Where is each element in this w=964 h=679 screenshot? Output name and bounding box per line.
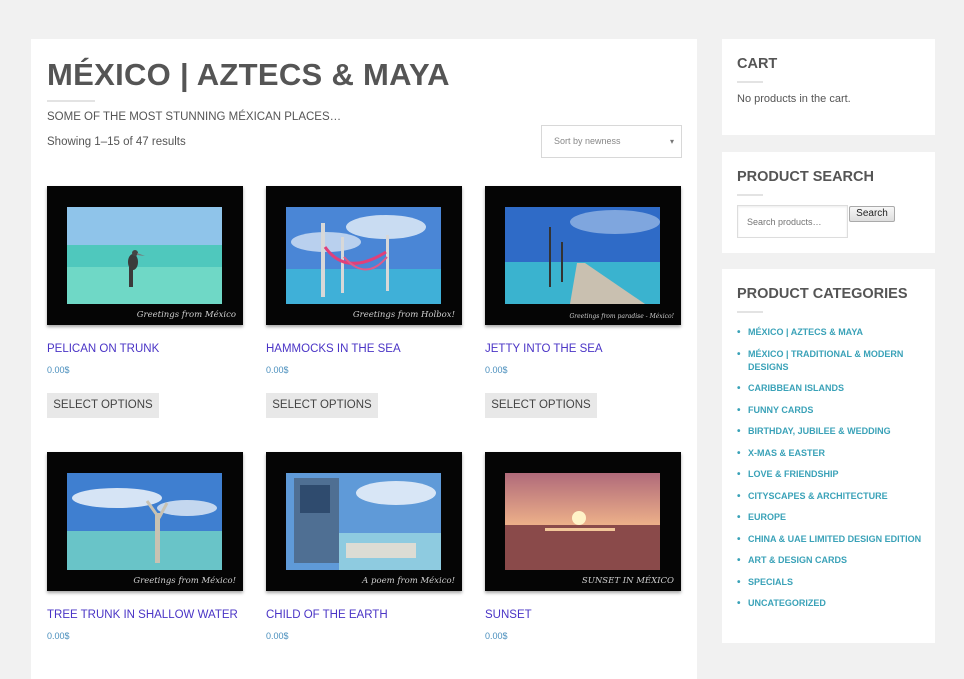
category-link[interactable]: CITYSCAPES & ARCHITECTURE [737,490,927,503]
title-divider [47,100,95,102]
jetty-photo [505,207,660,304]
categories-title-divider [737,311,763,313]
select-options-button[interactable]: SELECT OPTIONS [266,393,378,418]
product-image[interactable]: Greetings from México [47,186,243,325]
category-link[interactable]: FUNNY CARDS [737,404,927,417]
cart-empty-text: No products in the cart. [737,93,851,105]
search-input[interactable] [737,205,848,238]
category-link[interactable]: LOVE & FRIENDSHIP [737,468,927,481]
product-image[interactable]: SUNSET IN MÉXICO [485,452,681,591]
image-caption: Greetings from México [136,310,236,320]
search-title: PRODUCT SEARCH [737,169,874,185]
sunset-photo [505,473,660,570]
chevron-down-icon: ▾ [669,137,674,146]
result-count: Showing 1–15 of 47 results [47,136,186,148]
image-caption: SUNSET IN MÉXICO [581,576,674,586]
sort-select-label: Sort by newness [554,136,621,146]
category-link[interactable]: SPECIALS [737,576,927,589]
category-link[interactable]: CHINA & UAE LIMITED DESIGN EDITION [737,533,927,546]
category-link[interactable]: X-MAS & EASTER [737,447,927,460]
categories-title: PRODUCT CATEGORIES [737,286,908,302]
image-caption: Greetings from Holbox! [352,310,455,320]
product-image[interactable]: Greetings from paradise - México! [485,186,681,325]
image-caption: Greetings from paradise - México! [569,313,674,320]
sort-select[interactable]: Sort by newness ▾ [541,125,682,158]
product-name[interactable]: HAMMOCKS IN THE SEA [266,343,401,355]
category-link[interactable]: UNCATEGORIZED [737,597,927,610]
category-link[interactable]: MÉXICO | TRADITIONAL & MODERN DESIGNS [737,348,927,374]
cart-title: CART [737,56,778,72]
select-options-button[interactable]: SELECT OPTIONS [47,393,159,418]
search-button[interactable]: Search [849,206,895,222]
product-name[interactable]: CHILD OF THE EARTH [266,609,388,621]
product-image[interactable]: Greetings from Holbox! [266,186,462,325]
select-options-button[interactable]: SELECT OPTIONS [485,393,597,418]
category-link[interactable]: CARIBBEAN ISLANDS [737,382,927,395]
page-title: MÉXICO | AZTECS & MAYA [47,57,450,92]
image-caption: Greetings from México! [133,576,236,586]
product-price: 0.00$ [485,365,508,375]
page-subtitle: SOME OF THE MOST STUNNING MÉXICAN PLACES… [47,111,342,123]
product-price: 0.00$ [485,631,508,641]
category-link[interactable]: BIRTHDAY, JUBILEE & WEDDING [737,425,927,438]
category-link[interactable]: EUROPE [737,511,927,524]
pelican-photo [67,207,222,304]
product-name[interactable]: TREE TRUNK IN SHALLOW WATER [47,609,238,621]
category-list: MÉXICO | AZTECS & MAYA MÉXICO | TRADITIO… [737,326,927,619]
category-link[interactable]: ART & DESIGN CARDS [737,554,927,567]
product-name[interactable]: PELICAN ON TRUNK [47,343,159,355]
child-of-earth-photo [286,473,441,570]
tree-trunk-photo [67,473,222,570]
product-search-widget: PRODUCT SEARCH Search [722,152,935,253]
product-price: 0.00$ [266,365,289,375]
product-categories-widget: PRODUCT CATEGORIES MÉXICO | AZTECS & MAY… [722,269,935,643]
product-image[interactable]: Greetings from México! [47,452,243,591]
search-title-divider [737,194,763,196]
hammocks-photo [286,207,441,304]
cart-widget: CART No products in the cart. [722,39,935,135]
product-name[interactable]: JETTY INTO THE SEA [485,343,603,355]
image-caption: A poem from México! [362,576,455,586]
cart-title-divider [737,81,763,83]
product-name[interactable]: SUNSET [485,609,532,621]
main-content: MÉXICO | AZTECS & MAYA SOME OF THE MOST … [31,39,697,679]
product-price: 0.00$ [47,631,70,641]
product-price: 0.00$ [266,631,289,641]
category-link[interactable]: MÉXICO | AZTECS & MAYA [737,326,927,339]
product-price: 0.00$ [47,365,70,375]
product-image[interactable]: A poem from México! [266,452,462,591]
